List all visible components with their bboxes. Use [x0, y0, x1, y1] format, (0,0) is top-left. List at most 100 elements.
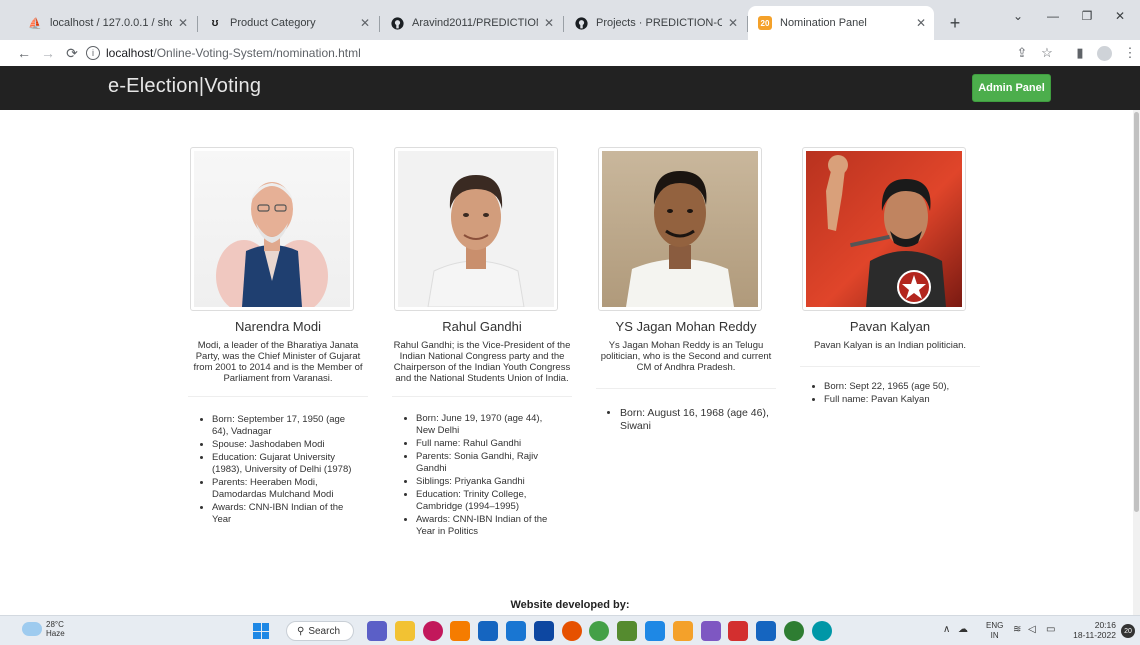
back-arrow-icon[interactable]: ← [12, 42, 36, 64]
url-host: localhost [106, 46, 154, 60]
search-icon: ⚲ [297, 625, 305, 637]
list-item: Parents: Heeraben Modi, Damodardas Mulch… [212, 477, 356, 501]
candidate-facts: Born: June 19, 1970 (age 44), New Delhi … [402, 413, 560, 538]
zoom-icon[interactable] [505, 621, 526, 641]
portrait-image [602, 151, 758, 307]
reload-icon[interactable]: ⟳ [60, 42, 84, 64]
edge-icon[interactable] [811, 621, 832, 641]
share-icon[interactable]: ⇪ [1012, 43, 1032, 63]
list-item: Education: Gujarat University (1983), Un… [212, 452, 356, 476]
notification-badge[interactable]: 20 [1121, 624, 1135, 638]
candidate-photo [190, 147, 354, 311]
weather-haze-icon [19, 617, 42, 636]
battery-icon[interactable]: ▭ [1046, 624, 1055, 635]
chevron-up-icon[interactable]: ∧ [943, 624, 950, 635]
profile-avatar-icon[interactable] [1094, 43, 1114, 63]
teams-chat-icon[interactable] [367, 621, 387, 641]
region-code: IN [990, 631, 999, 640]
mail-icon[interactable] [533, 621, 554, 641]
candidate-facts: Born: August 16, 1968 (age 46), Siwani [606, 407, 770, 433]
phpmyadmin-icon: ⛵ [28, 17, 42, 30]
notepad-icon[interactable] [617, 621, 638, 641]
candidate-description: Ys Jagan Mohan Reddy is an Telugu politi… [600, 340, 772, 373]
volume-icon[interactable]: ◁ [1028, 624, 1036, 635]
favicon-icon: 20 [758, 16, 772, 30]
candidate-description: Rahul Gandhi; is the Vice-President of t… [393, 340, 571, 384]
system-clock[interactable]: 20:16 18-11-2022 [1070, 620, 1116, 640]
tab-github-projects[interactable]: Projects · PREDICTION-OF-BR ✕ [564, 6, 748, 40]
browser-tab-strip: ⛵ localhost / 127.0.0.1 / shoppin ✕ ʊ Pr… [0, 0, 1140, 40]
portrait-image [806, 151, 962, 307]
candidate-description: Pavan Kalyan is an Indian politician. [813, 340, 967, 351]
admin-panel-button[interactable]: Admin Panel [972, 74, 1051, 102]
page-scrollbar-thumb[interactable] [1134, 112, 1139, 512]
chrome-icon[interactable] [589, 621, 610, 641]
weather-condition: Haze [46, 629, 65, 638]
weather-widget[interactable]: 28°C Haze [19, 617, 65, 638]
site-info-icon[interactable]: i [86, 46, 100, 60]
github-icon [390, 16, 404, 30]
candidate-name: Pavan Kalyan [849, 319, 931, 334]
restore-icon[interactable]: ❐ [1072, 6, 1102, 26]
list-item: Full name: Rahul Gandhi [416, 438, 560, 450]
tab-github-repo[interactable]: Aravind2011/PREDICTION-OF ✕ [380, 6, 564, 40]
list-item: Full name: Pavan Kalyan [824, 394, 974, 406]
list-item: Born: September 17, 1950 (age 64), Vadna… [212, 414, 356, 438]
wifi-icon[interactable]: ≋ [1013, 624, 1021, 635]
taskbar-search[interactable]: ⚲ Search [286, 621, 354, 641]
candidate-facts: Born: Sept 22, 1965 (age 50), Full name:… [810, 381, 974, 406]
portrait-image [194, 151, 350, 307]
taskbar-pinned-apps [367, 621, 840, 641]
portrait-image [398, 151, 554, 307]
photos-icon[interactable] [756, 621, 777, 641]
list-item: Awards: CNN-IBN Indian of the Year [212, 502, 356, 526]
candidate-card-gandhi: Rahul Gandhi Rahul Gandhi; is the Vice-P… [392, 147, 572, 539]
whatsapp-icon[interactable] [783, 621, 804, 641]
windows-start-icon[interactable] [253, 623, 269, 639]
tab-title: Projects · PREDICTION-OF-BR [596, 17, 722, 29]
close-icon[interactable]: ✕ [360, 16, 370, 30]
list-item: Education: Trinity College, Cambridge (1… [416, 489, 560, 513]
xampp-icon[interactable] [450, 621, 471, 641]
tab-search-chevron-icon[interactable]: ⌄ [1003, 6, 1033, 26]
language-indicator[interactable]: ENG IN [986, 621, 1003, 641]
close-icon[interactable]: ✕ [544, 16, 554, 30]
clock-date: 18-11-2022 [1073, 630, 1116, 640]
close-icon[interactable]: ✕ [178, 16, 188, 30]
site-brand[interactable]: e-Election|Voting [108, 75, 261, 98]
file-explorer-icon[interactable] [394, 621, 415, 641]
list-item: Born: August 16, 1968 (age 46), Siwani [620, 407, 770, 433]
window-close-icon[interactable]: ✕ [1105, 6, 1135, 26]
tab-phpmyadmin[interactable]: ⛵ localhost / 127.0.0.1 / shoppin ✕ [18, 6, 198, 40]
site-navbar: e-Election|Voting Admin Panel [0, 66, 1140, 110]
office-icon[interactable] [728, 621, 749, 641]
list-item: Spouse: Jashodaben Modi [212, 439, 356, 451]
vscode-icon[interactable] [644, 621, 665, 641]
list-item: Parents: Sonia Gandhi, Rajiv Gandhi [416, 451, 560, 475]
close-icon[interactable]: ✕ [916, 16, 926, 30]
list-item: Born: Sept 22, 1965 (age 50), [824, 381, 974, 393]
forward-arrow-icon[interactable]: → [36, 42, 60, 64]
close-icon[interactable]: ✕ [728, 16, 738, 30]
app-icon[interactable] [422, 621, 443, 641]
minimize-icon[interactable]: — [1038, 6, 1068, 26]
store-icon[interactable] [478, 621, 499, 641]
sidebar-panel-icon[interactable]: ▮ [1070, 43, 1090, 63]
candidate-name: YS Jagan Mohan Reddy [615, 319, 757, 334]
bookmark-star-icon[interactable]: ☆ [1037, 43, 1057, 63]
kebab-menu-icon[interactable]: ⋮ [1120, 43, 1140, 63]
new-tab-button[interactable]: + [942, 10, 968, 36]
candidate-description: Modi, a leader of the Bharatiya Janata P… [193, 340, 363, 384]
app-icon[interactable] [700, 621, 721, 641]
app-icon[interactable] [672, 621, 693, 641]
candidate-photo [394, 147, 558, 311]
tab-product-category[interactable]: ʊ Product Category ✕ [198, 6, 380, 40]
tab-nomination-panel[interactable]: 20 Nomination Panel ✕ [748, 6, 934, 40]
onedrive-icon[interactable]: ☁ [958, 624, 968, 635]
list-item: Born: June 19, 1970 (age 44), New Delhi [416, 413, 560, 437]
firefox-icon[interactable] [561, 621, 582, 641]
candidate-photo [802, 147, 966, 311]
address-bar-row: ← → ⟳ i localhost/Online-Voting-System/n… [0, 40, 1140, 66]
url-field[interactable]: i localhost/Online-Voting-System/nominat… [86, 42, 998, 64]
weather-temperature: 28°C [46, 620, 64, 629]
